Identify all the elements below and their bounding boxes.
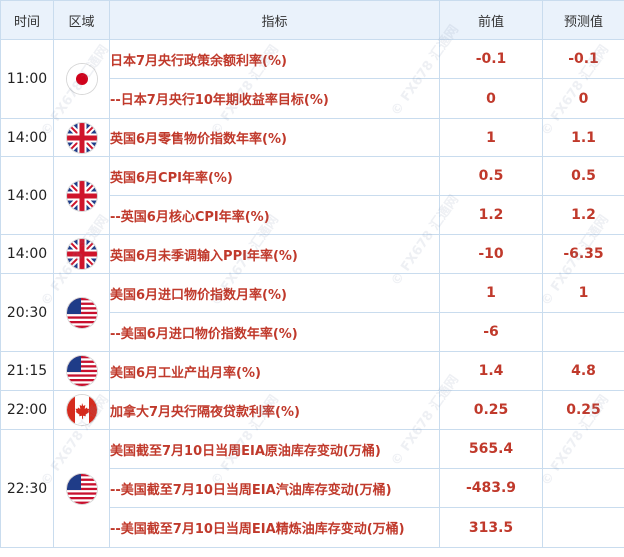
- previous-value: 0.5: [439, 156, 543, 196]
- header-time: 时间: [0, 0, 54, 40]
- header-row: 时间 区域 指标 前值 预测值: [0, 0, 624, 40]
- region-cell: [53, 39, 110, 119]
- calendar-row: 22:00 加拿大7月央行隔夜贷款利率(%) 0.25 0.25: [0, 390, 624, 430]
- forecast-value: [542, 507, 624, 548]
- economic-calendar-table: 时间 区域 指标 前值 预测值 11:00 日本7月央行政策余额利率(%) -0.1…: [0, 0, 624, 548]
- indicator-name: --美国截至7月10日当周EIA精炼油库存变动(万桶): [109, 507, 440, 548]
- header-prev: 前值: [439, 0, 543, 40]
- us-flag-icon: [66, 297, 97, 328]
- calendar-row: 14:00 英国6月CPI年率(%) 0.5 0.5: [0, 156, 624, 235]
- previous-value: -6: [439, 312, 543, 352]
- region-cell: [53, 429, 110, 548]
- us-flag-icon: [66, 473, 97, 504]
- region-cell: [53, 118, 110, 157]
- region-cell: [53, 234, 110, 274]
- calendar-row: 20:30 美国6月进口物价指数月率(%) 1 1: [0, 273, 624, 352]
- previous-value: 1: [439, 273, 543, 313]
- event-time: 11:00: [0, 39, 54, 119]
- previous-value: 1: [439, 118, 543, 157]
- indicator-name: --日本7月央行10年期收益率目标(%): [109, 78, 440, 119]
- indicator-name: 美国6月进口物价指数月率(%): [109, 273, 440, 313]
- event-time: 14:00: [0, 234, 54, 274]
- calendar-row: 11:00 日本7月央行政策余额利率(%) -0.1 -0.1: [0, 39, 624, 119]
- previous-value: -483.9: [439, 468, 543, 508]
- indicator-name: 英国6月未季调输入PPI年率(%): [109, 234, 440, 274]
- region-cell: [53, 390, 110, 430]
- indicator-name: 美国截至7月10日当周EIA原油库存变动(万桶): [109, 429, 440, 469]
- calendar-row: 14:00 英国6月未季调输入PPI年率(%) -10 -6.35: [0, 234, 624, 274]
- forecast-value: 1.1: [542, 118, 624, 157]
- previous-value: 313.5: [439, 507, 543, 548]
- previous-value: -10: [439, 234, 543, 274]
- previous-value: 0.25: [439, 390, 543, 430]
- calendar-row: 21:15 美国6月工业产出月率(%) 1.4 4.8: [0, 351, 624, 391]
- uk-flag-icon: [66, 122, 97, 153]
- previous-value: 1.2: [439, 195, 543, 235]
- previous-value: 1.4: [439, 351, 543, 391]
- previous-value: 565.4: [439, 429, 543, 469]
- header-region: 区域: [53, 0, 110, 40]
- header-indicator: 指标: [109, 0, 440, 40]
- indicator-name: --美国6月进口物价指数年率(%): [109, 312, 440, 352]
- us-flag-icon: [66, 356, 97, 386]
- indicator-name: 美国6月工业产出月率(%): [109, 351, 440, 391]
- event-time: 22:30: [0, 429, 54, 548]
- forecast-value: 0: [542, 78, 624, 119]
- forecast-value: [542, 429, 624, 469]
- forecast-value: -6.35: [542, 234, 624, 274]
- forecast-value: 1.2: [542, 195, 624, 235]
- uk-flag-icon: [66, 180, 97, 211]
- indicator-name: 加拿大7月央行隔夜贷款利率(%): [109, 390, 440, 430]
- indicator-name: --英国6月核心CPI年率(%): [109, 195, 440, 235]
- event-time: 21:15: [0, 351, 54, 391]
- japan-flag-icon: [66, 64, 97, 94]
- region-cell: [53, 351, 110, 391]
- calendar-body: 11:00 日本7月央行政策余额利率(%) -0.1 -0.1 --日本7月央行10年期…: [0, 39, 624, 548]
- forecast-value: [542, 312, 624, 352]
- canada-flag-icon: [66, 395, 97, 425]
- header-forecast: 预测值: [542, 0, 624, 40]
- event-time: 20:30: [0, 273, 54, 352]
- event-time: 14:00: [0, 156, 54, 235]
- region-cell: [53, 273, 110, 352]
- forecast-value: [542, 468, 624, 508]
- event-time: 22:00: [0, 390, 54, 430]
- previous-value: 0: [439, 78, 543, 119]
- calendar-row: 14:00 英国6月零售物价指数年率(%) 1 1.1: [0, 118, 624, 157]
- indicator-name: 英国6月CPI年率(%): [109, 156, 440, 196]
- event-time: 14:00: [0, 118, 54, 157]
- indicator-name: --美国截至7月10日当周EIA汽油库存变动(万桶): [109, 468, 440, 508]
- forecast-value: 0.25: [542, 390, 624, 430]
- forecast-value: 4.8: [542, 351, 624, 391]
- indicator-name: 英国6月零售物价指数年率(%): [109, 118, 440, 157]
- forecast-value: 0.5: [542, 156, 624, 196]
- previous-value: -0.1: [439, 39, 543, 79]
- region-cell: [53, 156, 110, 235]
- forecast-value: 1: [542, 273, 624, 313]
- uk-flag-icon: [66, 239, 97, 269]
- indicator-name: 日本7月央行政策余额利率(%): [109, 39, 440, 79]
- forecast-value: -0.1: [542, 39, 624, 79]
- calendar-row: 22:30 美国截至7月10日当周EIA原油库存变动(万桶) 565.4: [0, 429, 624, 548]
